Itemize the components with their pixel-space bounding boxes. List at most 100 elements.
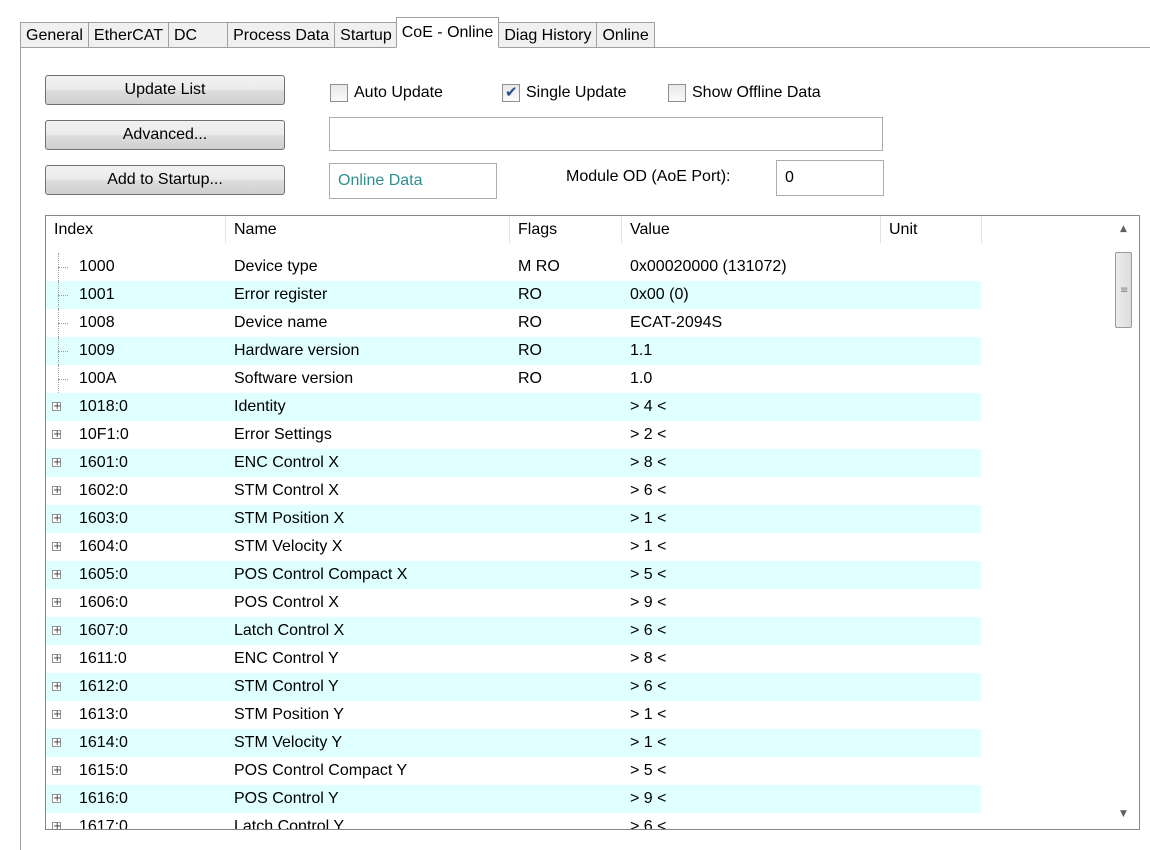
column-header-value[interactable]: Value bbox=[622, 216, 881, 243]
cell-value: ECAT-2094S bbox=[630, 314, 723, 331]
expand-icon[interactable]: + bbox=[52, 738, 61, 748]
single-update-checkbox[interactable]: Single Update bbox=[502, 83, 627, 102]
cell-name: Software version bbox=[234, 370, 354, 387]
table-row[interactable]: +1616:0 POS Control Y > 9 < bbox=[46, 785, 981, 813]
show-offline-data-checkbox[interactable]: Show Offline Data bbox=[668, 84, 821, 102]
cell-flags: RO bbox=[518, 286, 542, 303]
cell-index: 1601:0 bbox=[79, 454, 128, 471]
cell-value: 0x00020000 (131072) bbox=[630, 258, 787, 275]
cell-value: > 1 < bbox=[630, 538, 667, 555]
cell-name: STM Control Y bbox=[234, 678, 339, 695]
expand-icon[interactable]: + bbox=[52, 514, 61, 524]
auto-update-checkbox[interactable]: Auto Update bbox=[330, 84, 443, 102]
tab-diag-history[interactable]: Diag History bbox=[498, 22, 597, 48]
cell-name: Latch Control X bbox=[234, 622, 345, 639]
table-row[interactable]: +1606:0 POS Control X > 9 < bbox=[46, 589, 981, 617]
cell-index: 1018:0 bbox=[79, 398, 128, 415]
expand-icon[interactable]: + bbox=[52, 486, 61, 496]
cell-value: 1.0 bbox=[630, 370, 653, 387]
table-row[interactable]: +1601:0 ENC Control X > 8 < bbox=[46, 449, 981, 477]
cell-index: 1603:0 bbox=[79, 510, 128, 527]
column-header-unit[interactable]: Unit bbox=[881, 216, 982, 243]
table-row[interactable]: +1604:0 STM Velocity X > 1 < bbox=[46, 533, 981, 561]
single-update-box[interactable] bbox=[502, 83, 520, 102]
tab-dc[interactable]: DC bbox=[167, 22, 228, 48]
cell-index: 1616:0 bbox=[79, 790, 128, 807]
cell-name: POS Control Compact Y bbox=[234, 762, 408, 779]
cell-index: 1607:0 bbox=[79, 622, 128, 639]
cell-index: 1617:0 bbox=[79, 818, 128, 830]
table-row[interactable]: +10F1:0 Error Settings > 2 < bbox=[46, 421, 981, 449]
column-header-index[interactable]: Index bbox=[46, 216, 226, 243]
table-row[interactable]: 100A Software version RO 1.0 bbox=[46, 365, 981, 393]
tree-branch-icon bbox=[58, 295, 68, 296]
expand-icon[interactable]: + bbox=[52, 598, 61, 608]
table-row[interactable]: 1009 Hardware version RO 1.1 bbox=[46, 337, 981, 365]
cell-value: > 4 < bbox=[630, 398, 667, 415]
scrollbar-thumb[interactable]: ≡ bbox=[1115, 252, 1132, 328]
scroll-down-arrow-icon[interactable]: ▼ bbox=[1108, 803, 1139, 825]
expand-icon[interactable]: + bbox=[52, 542, 61, 552]
tab-startup[interactable]: Startup bbox=[334, 22, 397, 48]
advanced-button[interactable]: Advanced... bbox=[45, 120, 285, 150]
tab-ethercat[interactable]: EtherCAT bbox=[87, 22, 168, 48]
table-row[interactable]: 1008 Device name RO ECAT-2094S bbox=[46, 309, 981, 337]
expand-icon[interactable]: + bbox=[52, 794, 61, 804]
table-row[interactable]: +1613:0 STM Position Y > 1 < bbox=[46, 701, 981, 729]
table-row[interactable]: +1611:0 ENC Control Y > 8 < bbox=[46, 645, 981, 673]
expand-icon[interactable]: + bbox=[52, 766, 61, 776]
cell-name: STM Velocity X bbox=[234, 538, 343, 555]
table-row[interactable]: 1001 Error register RO 0x00 (0) bbox=[46, 281, 981, 309]
expand-icon[interactable]: + bbox=[52, 458, 61, 468]
table-row[interactable]: +1018:0 Identity > 4 < bbox=[46, 393, 981, 421]
table-row[interactable]: +1605:0 POS Control Compact X > 5 < bbox=[46, 561, 981, 589]
tab-process-data[interactable]: Process Data bbox=[227, 22, 335, 48]
cell-value: > 9 < bbox=[630, 594, 667, 611]
module-od-input[interactable]: 0 bbox=[776, 160, 884, 196]
expand-icon[interactable]: + bbox=[52, 430, 61, 440]
table-row[interactable]: +1607:0 Latch Control X > 6 < bbox=[46, 617, 981, 645]
cell-value: > 6 < bbox=[630, 678, 667, 695]
cell-value: 0x00 (0) bbox=[630, 286, 689, 303]
status-field bbox=[329, 117, 883, 151]
scrollbar-grip-icon: ≡ bbox=[1120, 285, 1129, 296]
tab-general[interactable]: General bbox=[20, 22, 88, 48]
table-row[interactable]: +1617:0 Latch Control Y > 6 < bbox=[46, 813, 981, 830]
add-to-startup-button[interactable]: Add to Startup... bbox=[45, 165, 285, 195]
expand-icon[interactable]: + bbox=[52, 626, 61, 636]
show-offline-data-box[interactable] bbox=[668, 84, 686, 102]
list-rows: 1000 Device type M RO 0x00020000 (131072) 10… bbox=[46, 253, 1108, 830]
expand-icon[interactable]: + bbox=[52, 710, 61, 720]
expand-icon[interactable]: + bbox=[52, 402, 61, 412]
column-header-name[interactable]: Name bbox=[226, 216, 510, 243]
scroll-up-arrow-icon[interactable]: ▲ bbox=[1108, 218, 1139, 240]
tree-branch-icon bbox=[58, 323, 68, 324]
expand-icon[interactable]: + bbox=[52, 570, 61, 580]
cell-value: > 6 < bbox=[630, 482, 667, 499]
cell-index: 1602:0 bbox=[79, 482, 128, 499]
table-row[interactable]: +1614:0 STM Velocity Y > 1 < bbox=[46, 729, 981, 757]
tab-online[interactable]: Online bbox=[596, 22, 655, 48]
expand-icon[interactable]: + bbox=[52, 682, 61, 692]
tab-coe-online[interactable]: CoE - Online bbox=[395, 17, 500, 48]
table-row[interactable]: 1000 Device type M RO 0x00020000 (131072) bbox=[46, 253, 981, 281]
expand-icon[interactable]: + bbox=[52, 822, 61, 829]
vertical-scrollbar[interactable]: ▲ ≡ ▼ bbox=[1108, 216, 1139, 829]
table-row[interactable]: +1615:0 POS Control Compact Y > 5 < bbox=[46, 757, 981, 785]
cell-name: STM Velocity Y bbox=[234, 734, 343, 751]
online-data-field: Online Data bbox=[329, 163, 497, 199]
object-list[interactable]: Index Name Flags Value Unit 1000 Device t… bbox=[45, 215, 1140, 830]
cell-name: Device name bbox=[234, 314, 328, 331]
table-row[interactable]: +1603:0 STM Position X > 1 < bbox=[46, 505, 981, 533]
cell-value: > 1 < bbox=[630, 734, 667, 751]
expand-icon[interactable]: + bbox=[52, 654, 61, 664]
table-row[interactable]: +1602:0 STM Control X > 6 < bbox=[46, 477, 981, 505]
cell-index: 1614:0 bbox=[79, 734, 128, 751]
cell-index: 10F1:0 bbox=[79, 426, 129, 443]
update-list-button[interactable]: Update List bbox=[45, 75, 285, 105]
column-header-flags[interactable]: Flags bbox=[510, 216, 622, 243]
table-row[interactable]: +1612:0 STM Control Y > 6 < bbox=[46, 673, 981, 701]
auto-update-box[interactable] bbox=[330, 84, 348, 102]
cell-index: 1606:0 bbox=[79, 594, 128, 611]
cell-index: 1009 bbox=[79, 342, 115, 359]
